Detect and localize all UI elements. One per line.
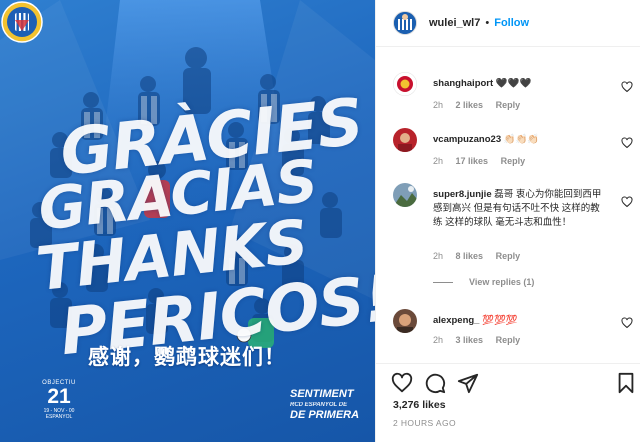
comment-username[interactable]: alexpeng_: [433, 315, 479, 326]
comment-time[interactable]: 2h: [433, 251, 443, 261]
view-replies-button[interactable]: View replies (1): [433, 277, 534, 287]
share-icon[interactable]: [457, 372, 479, 394]
comment-reply-button[interactable]: Reply: [496, 335, 521, 345]
comment-username[interactable]: shanghaiport: [433, 78, 493, 89]
comment-heart-icon[interactable]: [621, 196, 633, 208]
comment-username[interactable]: vcampuzano23: [433, 134, 501, 145]
commenter-avatar[interactable]: [393, 128, 417, 152]
comment-username[interactable]: super8.junjie: [433, 189, 492, 200]
comment-reply-button[interactable]: Reply: [501, 156, 526, 166]
sentiment-logo: SENTIMENT RCD ESPANYOL DE DE PRIMERA: [290, 389, 359, 421]
vcampuzano23-avatar-image: [393, 128, 417, 152]
commenter-avatar[interactable]: [393, 72, 417, 96]
comment-heart-icon[interactable]: [621, 317, 633, 329]
comment-body: shanghaiport 🖤🖤🖤: [433, 77, 603, 91]
comment-likes[interactable]: 17 likes: [456, 156, 489, 166]
view-replies-line: [433, 281, 453, 283]
comment-text: 👏🏻👏🏻👏🏻: [503, 134, 540, 145]
post-side-panel: wulei_wl7 • Follow shanghaiport 🖤🖤🖤 2h 2…: [375, 0, 640, 442]
post-header: wulei_wl7 • Follow: [376, 0, 640, 47]
likes-count[interactable]: 3,276 likes: [393, 399, 446, 411]
header-separator: •: [485, 17, 490, 29]
comment-reply-button[interactable]: Reply: [496, 100, 521, 110]
view-replies-label: View replies (1): [469, 277, 535, 287]
comment-body: super8.junjie 磊哥 衷心为你能回到西甲感到高兴 但是有句话不吐不快…: [433, 188, 603, 230]
objectiu-team: ESPANYOL: [45, 414, 73, 420]
sentiment-line1: SENTIMENT: [290, 388, 354, 400]
comment-item: alexpeng_ 💯💯💯 2h 3 likes Reply: [393, 309, 633, 359]
comment-item: shanghaiport 🖤🖤🖤 2h 2 likes Reply: [393, 72, 633, 122]
comment-text: 🖤🖤🖤: [495, 78, 532, 89]
commenter-avatar[interactable]: [393, 183, 417, 207]
comment-time[interactable]: 2h: [433, 100, 443, 110]
comment-item: super8.junjie 磊哥 衷心为你能回到西甲感到高兴 但是有句话不吐不快…: [393, 183, 633, 283]
comment-meta: 2h 2 likes Reply: [433, 100, 530, 110]
comment-meta: 2h 3 likes Reply: [433, 335, 530, 345]
alexpeng-avatar-image: [393, 309, 417, 333]
comment-time[interactable]: 2h: [433, 156, 443, 166]
comment-likes[interactable]: 8 likes: [456, 251, 484, 261]
post-actions-bar: 3,276 likes 2 HOURS AGO: [376, 363, 640, 428]
comment-icon[interactable]: [424, 372, 446, 394]
comment-heart-icon[interactable]: [621, 81, 633, 93]
commenter-avatar[interactable]: [393, 309, 417, 333]
comment-text: 💯💯💯: [482, 315, 518, 326]
follow-button[interactable]: Follow: [494, 17, 529, 29]
chinese-slogan: 感谢，鹦鹉球迷们！: [88, 345, 286, 369]
author-username[interactable]: wulei_wl7: [429, 17, 480, 29]
comment-reply-button[interactable]: Reply: [496, 251, 521, 261]
comment-item: vcampuzano23 👏🏻👏🏻👏🏻 2h 17 likes Reply: [393, 128, 633, 178]
sentiment-line2: RCD ESPANYOL DE: [290, 402, 348, 408]
comment-heart-icon[interactable]: [621, 137, 633, 149]
heart-icon[interactable]: [391, 372, 413, 394]
objectiu-number: 21: [47, 385, 71, 408]
shanghaiport-logo-avatar: [393, 72, 417, 96]
comment-body: alexpeng_ 💯💯💯: [433, 314, 603, 328]
author-avatar[interactable]: [393, 11, 417, 35]
bookmark-icon[interactable]: [615, 372, 637, 394]
objectiu-badge: OBJECTIU 21 19 - NOV - 00 ESPANYOL: [36, 380, 82, 420]
super8-junjie-avatar-image: [393, 183, 417, 207]
comment-likes[interactable]: 2 likes: [456, 100, 484, 110]
comment-body: vcampuzano23 👏🏻👏🏻👏🏻: [433, 133, 603, 147]
author-avatar-image: [394, 12, 416, 34]
post-image[interactable]: GRÀCIES GRACIAS THANKS PERICOS! 感谢，鹦鹉球迷们…: [0, 0, 375, 442]
comment-meta: 2h 17 likes Reply: [433, 156, 535, 166]
comment-meta: 2h 8 likes Reply: [433, 251, 530, 261]
espanyol-crest-logo: [1, 1, 43, 43]
comment-likes[interactable]: 3 likes: [456, 335, 484, 345]
sentiment-line3: DE PRIMERA: [290, 409, 360, 421]
comment-time[interactable]: 2h: [433, 335, 443, 345]
post-timestamp[interactable]: 2 HOURS AGO: [393, 418, 456, 428]
